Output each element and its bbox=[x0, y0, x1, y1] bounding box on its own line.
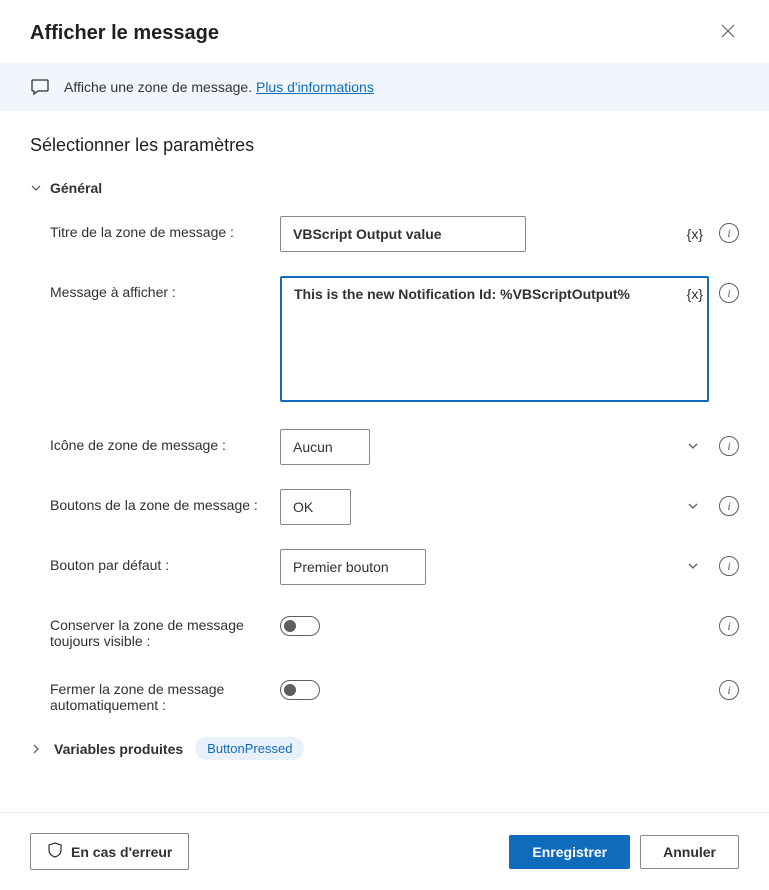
cancel-button[interactable]: Annuler bbox=[640, 835, 739, 869]
on-error-label: En cas d'erreur bbox=[71, 844, 172, 860]
chevron-down-icon bbox=[687, 499, 699, 515]
buttons-label: Boutons de la zone de message : bbox=[50, 489, 280, 513]
info-banner: Affiche une zone de message. Plus d'info… bbox=[0, 63, 769, 111]
chevron-right-icon bbox=[30, 743, 42, 755]
message-input[interactable]: This is the new Notification Id: %VBScri… bbox=[280, 276, 709, 402]
auto-close-toggle[interactable] bbox=[280, 680, 320, 700]
shield-icon bbox=[47, 842, 63, 861]
insert-variable-button[interactable]: {x} bbox=[687, 286, 703, 302]
default-button-select[interactable]: Premier bouton bbox=[280, 549, 426, 585]
comment-icon bbox=[30, 77, 50, 97]
title-label: Titre de la zone de message : bbox=[50, 216, 280, 240]
close-icon bbox=[721, 24, 735, 43]
keep-visible-label: Conserver la zone de message toujours vi… bbox=[50, 609, 280, 649]
section-title: Sélectionner les paramètres bbox=[30, 135, 739, 156]
more-info-link[interactable]: Plus d'informations bbox=[256, 79, 374, 95]
chevron-down-icon bbox=[30, 182, 42, 194]
save-button[interactable]: Enregistrer bbox=[509, 835, 630, 869]
buttons-select[interactable]: OK bbox=[280, 489, 351, 525]
title-input[interactable] bbox=[280, 216, 526, 252]
on-error-button[interactable]: En cas d'erreur bbox=[30, 833, 189, 870]
icon-select[interactable]: Aucun bbox=[280, 429, 370, 465]
info-icon[interactable]: i bbox=[719, 496, 739, 516]
chevron-down-icon bbox=[687, 559, 699, 575]
variables-produced-label: Variables produites bbox=[54, 741, 183, 757]
default-button-label: Bouton par défaut : bbox=[50, 549, 280, 573]
close-button[interactable] bbox=[717, 20, 739, 47]
auto-close-label: Fermer la zone de message automatiquemen… bbox=[50, 673, 280, 713]
icon-label: Icône de zone de message : bbox=[50, 429, 280, 453]
group-general-header[interactable]: Général bbox=[30, 180, 739, 196]
message-label: Message à afficher : bbox=[50, 276, 280, 300]
dialog-title: Afficher le message bbox=[30, 22, 219, 45]
variables-produced-header[interactable]: Variables produites ButtonPressed bbox=[30, 737, 739, 760]
chevron-down-icon bbox=[687, 439, 699, 455]
variable-chip[interactable]: ButtonPressed bbox=[195, 737, 304, 760]
info-icon[interactable]: i bbox=[719, 223, 739, 243]
group-general-label: Général bbox=[50, 180, 102, 196]
info-icon[interactable]: i bbox=[719, 436, 739, 456]
info-icon[interactable]: i bbox=[719, 283, 739, 303]
info-icon[interactable]: i bbox=[719, 680, 739, 700]
banner-description: Affiche une zone de message. bbox=[64, 79, 256, 95]
insert-variable-button[interactable]: {x} bbox=[687, 226, 703, 242]
info-icon[interactable]: i bbox=[719, 556, 739, 576]
banner-text: Affiche une zone de message. Plus d'info… bbox=[64, 79, 374, 95]
info-icon[interactable]: i bbox=[719, 616, 739, 636]
keep-visible-toggle[interactable] bbox=[280, 616, 320, 636]
